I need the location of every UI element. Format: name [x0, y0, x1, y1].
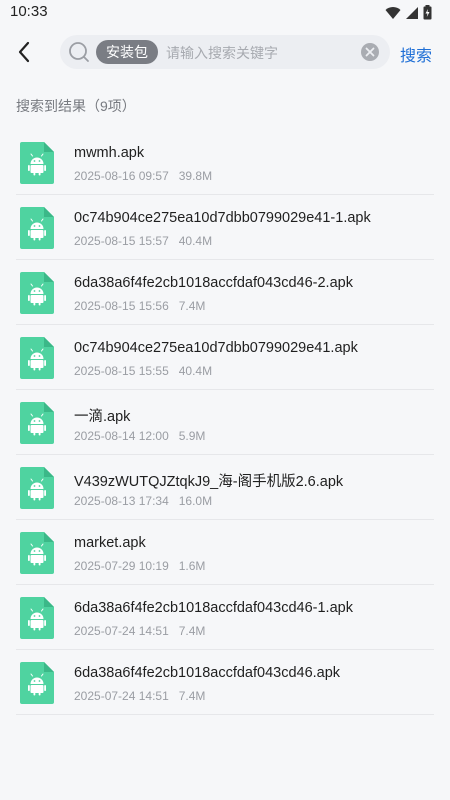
search-box[interactable]: 安装包 — [60, 35, 390, 69]
file-size: 40.4M — [178, 234, 213, 248]
file-meta: 2025-07-24 14:51 7.4M — [74, 624, 205, 638]
file-list-item[interactable]: market.apk 2025-07-29 10:19 1.6M — [16, 520, 434, 585]
file-list-item[interactable]: 6da38a6f4fe2cb1018accfdaf043cd46-1.apk 2… — [16, 585, 434, 650]
file-list-item[interactable]: 6da38a6f4fe2cb1018accfdaf043cd46.apk 202… — [16, 650, 434, 715]
file-size: 7.4M — [178, 689, 206, 703]
file-name: 6da38a6f4fe2cb1018accfdaf043cd46-1.apk — [74, 600, 353, 616]
file-meta: 2025-08-14 12:00 5.9M — [74, 429, 205, 443]
file-meta: 2025-08-13 17:34 16.0M — [74, 494, 212, 508]
file-size: 39.8M — [178, 169, 213, 183]
android-apk-icon — [20, 532, 54, 574]
file-date: 2025-08-15 15:57 — [74, 234, 169, 248]
file-size: 1.6M — [178, 559, 206, 573]
file-date: 2025-08-13 17:34 — [74, 494, 169, 508]
file-meta: 2025-08-16 09:57 39.8M — [74, 169, 212, 183]
android-apk-icon — [20, 337, 54, 379]
android-apk-icon — [20, 662, 54, 704]
status-icons — [385, 5, 432, 20]
file-list-item[interactable]: 6da38a6f4fe2cb1018accfdaf043cd46-2.apk 2… — [16, 260, 434, 325]
file-date: 2025-08-14 12:00 — [74, 429, 169, 443]
file-name: 0c74b904ce275ea10d7dbb0799029e41.apk — [74, 340, 358, 356]
android-apk-icon — [20, 142, 54, 184]
android-apk-icon — [20, 272, 54, 314]
android-apk-icon — [20, 467, 54, 509]
status-bar: 10:33 — [0, 0, 450, 26]
signal-icon — [406, 6, 418, 19]
search-input[interactable] — [164, 39, 358, 67]
file-list-item[interactable]: mwmh.apk 2025-08-16 09:57 39.8M — [16, 130, 434, 195]
file-date: 2025-08-16 09:57 — [74, 169, 169, 183]
android-apk-icon — [20, 207, 54, 249]
clear-icon[interactable] — [361, 43, 379, 61]
file-list-item[interactable]: V439zWUTQJZtqkJ9_海-阁手机版2.6.apk 2025-08-1… — [16, 455, 434, 520]
file-name: 一滴.apk — [74, 409, 131, 425]
android-apk-icon — [20, 402, 54, 444]
battery-icon — [423, 5, 432, 20]
search-category-chip[interactable]: 安装包 — [96, 40, 158, 64]
file-meta: 2025-07-29 10:19 1.6M — [74, 559, 205, 573]
file-meta: 2025-07-24 14:51 7.4M — [74, 689, 205, 703]
results-count-title: 搜索到结果（9项） — [16, 98, 136, 114]
file-size: 7.4M — [178, 624, 206, 638]
file-size: 40.4M — [178, 364, 213, 378]
search-icon — [69, 42, 89, 62]
file-list: mwmh.apk 2025-08-16 09:57 39.8M 0c74b904c… — [16, 130, 434, 715]
file-meta: 2025-08-15 15:55 40.4M — [74, 364, 212, 378]
file-list-item[interactable]: 一滴.apk 2025-08-14 12:00 5.9M — [16, 390, 434, 455]
file-name: mwmh.apk — [74, 145, 145, 161]
file-date: 2025-07-24 14:51 — [74, 624, 169, 638]
file-date: 2025-08-15 15:55 — [74, 364, 169, 378]
file-name: 6da38a6f4fe2cb1018accfdaf043cd46.apk — [74, 665, 341, 681]
file-meta: 2025-08-15 15:57 40.4M — [74, 234, 212, 248]
file-date: 2025-07-29 10:19 — [74, 559, 169, 573]
file-size: 16.0M — [178, 494, 213, 508]
file-list-item[interactable]: 0c74b904ce275ea10d7dbb0799029e41-1.apk 2… — [16, 195, 434, 260]
file-list-item[interactable]: 0c74b904ce275ea10d7dbb0799029e41.apk 202… — [16, 325, 434, 390]
file-name: 6da38a6f4fe2cb1018accfdaf043cd46-2.apk — [74, 275, 353, 291]
file-size: 7.4M — [178, 299, 206, 313]
back-button[interactable] — [10, 38, 38, 66]
file-date: 2025-07-24 14:51 — [74, 689, 169, 703]
search-button[interactable]: 搜索 — [400, 42, 432, 66]
toolbar: 安装包 搜索 — [0, 28, 450, 76]
android-apk-icon — [20, 597, 54, 639]
status-time: 10:33 — [10, 3, 48, 20]
file-name: market.apk — [74, 535, 146, 551]
file-date: 2025-08-15 15:56 — [74, 299, 169, 313]
file-name: 0c74b904ce275ea10d7dbb0799029e41-1.apk — [74, 210, 371, 226]
file-meta: 2025-08-15 15:56 7.4M — [74, 299, 205, 313]
file-size: 5.9M — [178, 429, 206, 443]
wifi-icon — [385, 6, 401, 19]
file-name: V439zWUTQJZtqkJ9_海-阁手机版2.6.apk — [74, 474, 344, 490]
back-arrow-icon — [18, 41, 30, 63]
